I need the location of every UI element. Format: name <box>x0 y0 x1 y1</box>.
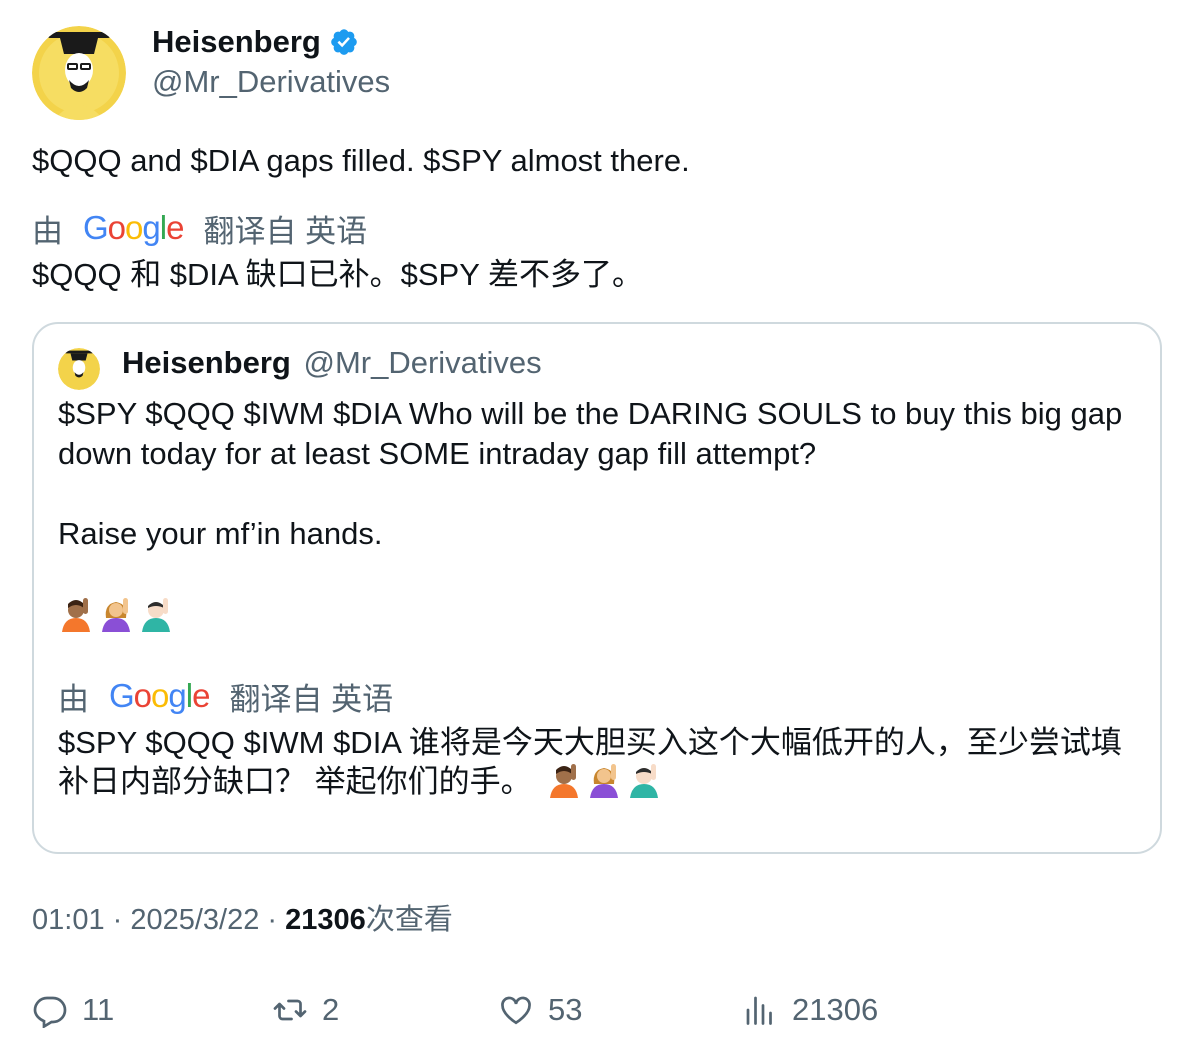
quoted-tweet[interactable]: Heisenberg @Mr_Derivatives $SPY $QQQ $IW… <box>32 322 1162 854</box>
quoted-tweet-body: $SPY $QQQ $IWM $DIA Who will be the DARI… <box>58 394 1138 634</box>
quoted-tweet-text-2: Raise your mf’in hands. <box>58 516 383 551</box>
analytics-icon <box>746 996 772 1025</box>
meta-separator: · <box>259 904 286 936</box>
tweet-header: Heisenberg @Mr_Derivatives <box>32 24 1162 122</box>
google-logo: Google <box>83 209 184 246</box>
quoted-author-avatar <box>58 348 100 390</box>
quoted-author-name: Heisenberg <box>122 345 291 380</box>
translation-emoji-row <box>546 762 662 798</box>
person-raising-hand-emoji <box>550 764 579 798</box>
quoted-translation-attribution: 由 Google 翻译自 英语 <box>58 676 394 717</box>
meta-separator: · <box>104 904 131 936</box>
quoted-tweet-text: $SPY $QQQ $IWM $DIA Who will be the DARI… <box>58 396 1123 471</box>
quoted-author: Heisenberg @Mr_Derivatives <box>122 344 542 382</box>
man-raising-hand-emoji <box>630 764 659 798</box>
translation-attribution: 由 Google 翻译自 英语 <box>32 208 368 249</box>
views-button[interactable]: 21306 <box>742 988 878 1032</box>
author-handle[interactable]: @Mr_Derivatives <box>152 64 390 100</box>
tweet-meta: 01:01 · 2025/3/22 · 21306次查看 <box>32 900 453 940</box>
author-name[interactable]: Heisenberg <box>152 24 321 60</box>
retweet-count: 2 <box>322 992 340 1027</box>
google-logo: Google <box>109 677 210 714</box>
quoted-translation-suffix: 翻译自 英语 <box>229 681 394 717</box>
man-raising-hand-emoji <box>142 598 170 632</box>
views-label: 次查看 <box>365 904 453 936</box>
quoted-translation-prefix: 由 <box>58 681 89 717</box>
woman-raising-hand-emoji <box>590 764 619 798</box>
tweet-text: $QQQ and $DIA gaps filled. $SPY almost t… <box>32 143 690 178</box>
reply-icon <box>33 996 67 1028</box>
verified-badge-icon <box>331 29 357 55</box>
heart-icon <box>501 996 531 1025</box>
translation-suffix: 翻译自 英语 <box>203 213 368 249</box>
like-count: 53 <box>548 992 583 1027</box>
author-info: Heisenberg @Mr_Derivatives <box>152 24 390 100</box>
retweet-button[interactable]: 2 <box>272 988 339 1032</box>
person-raising-hand-emoji <box>62 598 90 632</box>
views-action-count: 21306 <box>792 992 879 1027</box>
tweet-time[interactable]: 01:01 <box>32 904 105 936</box>
retweet-icon <box>273 999 307 1021</box>
quoted-author-handle: @Mr_Derivatives <box>303 345 542 380</box>
quoted-tweet-translation: $SPY $QQQ $IWM $DIA 谁将是今天大胆买入这个大幅低开的人，至少… <box>58 724 1138 801</box>
like-button[interactable]: 53 <box>498 988 582 1032</box>
tweet-date[interactable]: 2025/3/22 <box>130 904 259 936</box>
emoji-row <box>58 594 1138 634</box>
reply-button[interactable]: 11 <box>32 988 114 1032</box>
translation-prefix: 由 <box>32 213 63 249</box>
author-avatar[interactable] <box>32 26 126 120</box>
views-count: 21306 <box>285 904 366 936</box>
tweet-translation: $QQQ 和 $DIA 缺口已补。$SPY 差不多了。 <box>32 257 643 292</box>
author-name-row: Heisenberg <box>152 24 390 60</box>
tweet-actions: 11 2 53 21306 <box>32 988 1162 1032</box>
woman-raising-hand-emoji <box>102 598 130 632</box>
reply-count: 11 <box>82 992 115 1027</box>
